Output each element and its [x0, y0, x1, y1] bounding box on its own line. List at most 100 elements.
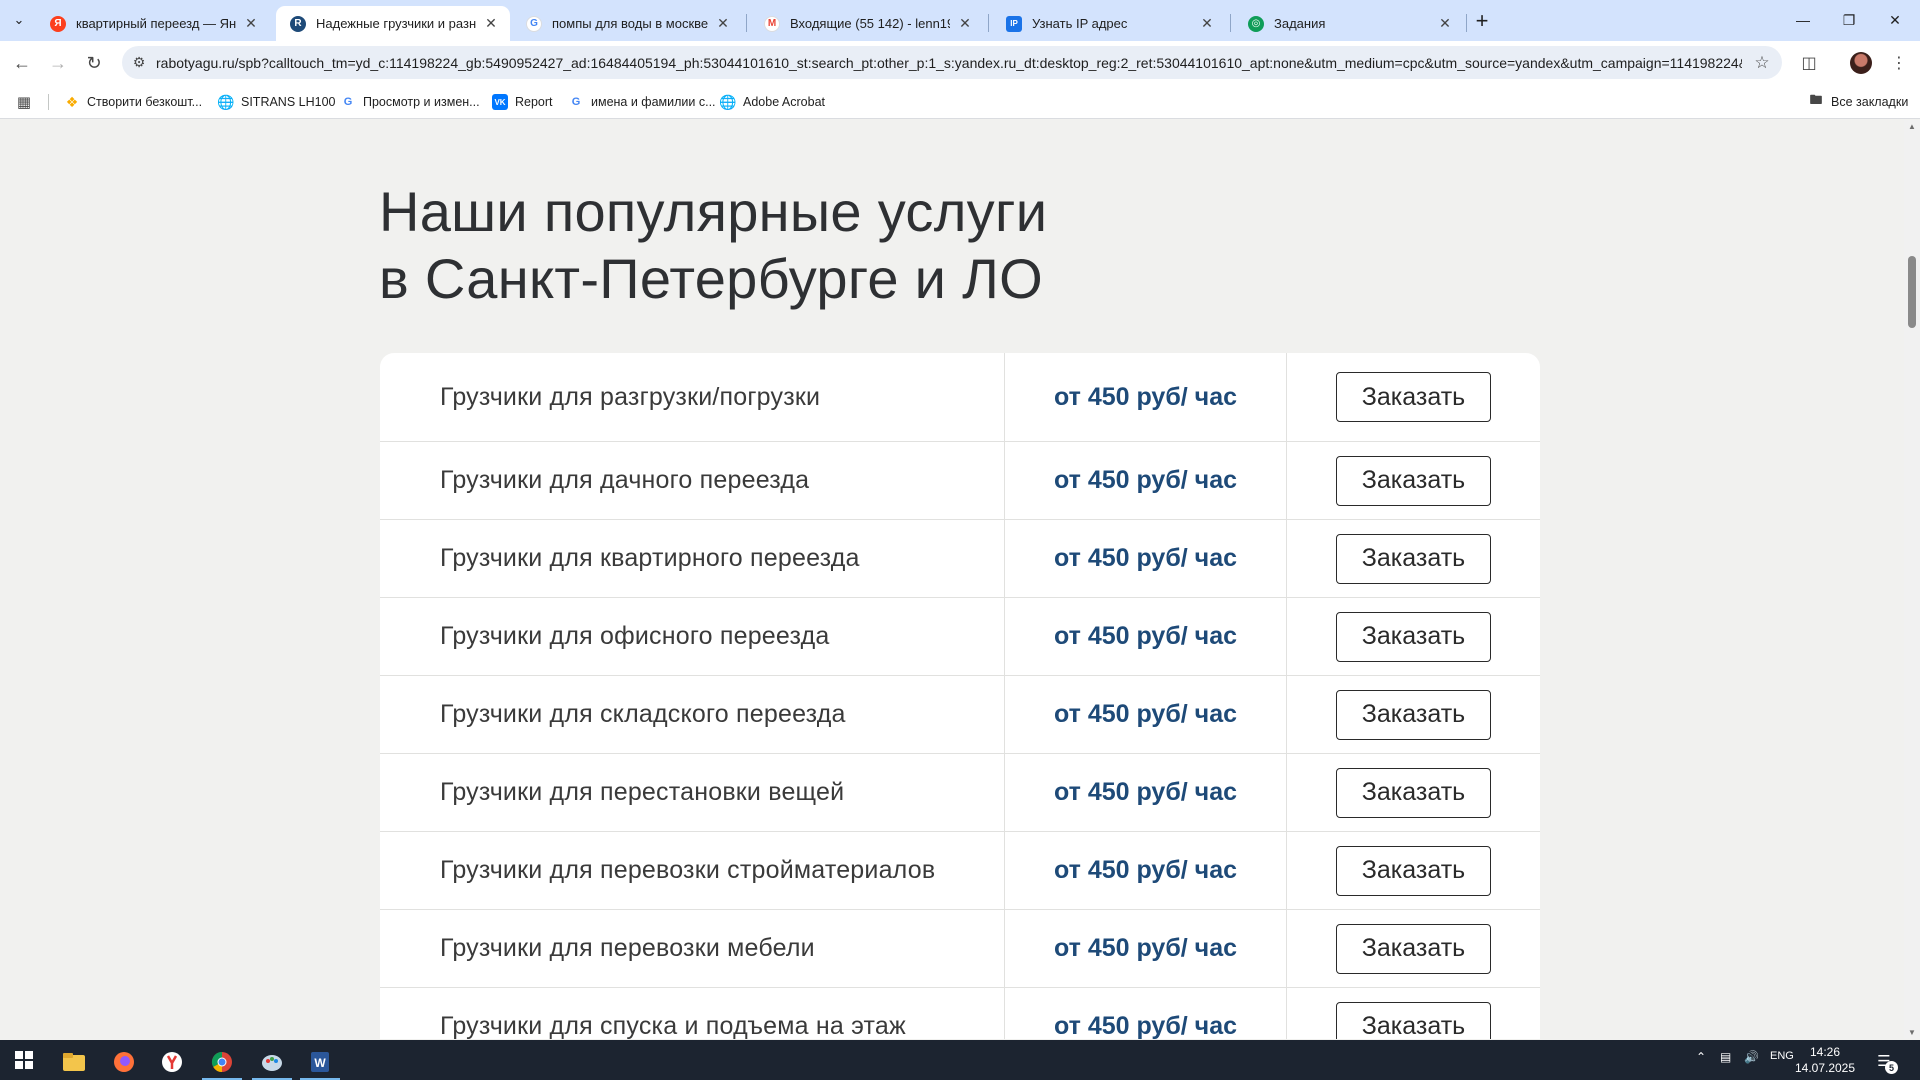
- windows-taskbar: W ⌃ ▤ 🔊 ENG 14:26 14.07.2025 ☰ 5: [0, 1040, 1920, 1080]
- service-action-cell: Заказать: [1287, 910, 1540, 987]
- service-name: Грузчики для перестановки вещей: [440, 778, 845, 806]
- address-bar[interactable]: ⚙ rabotyagu.ru/spb?calltouch_tm=yd_c:114…: [122, 46, 1782, 79]
- system-clock[interactable]: 14:26 14.07.2025: [1790, 1044, 1860, 1076]
- order-button[interactable]: Заказать: [1336, 767, 1491, 818]
- scroll-up-icon[interactable]: ▲: [1907, 122, 1917, 131]
- close-icon[interactable]: ✕: [1436, 15, 1454, 33]
- site-info-icon[interactable]: ⚙: [122, 54, 156, 71]
- service-action-cell: Заказать: [1287, 832, 1540, 909]
- service-price: от 450 руб/ час: [1004, 988, 1287, 1039]
- all-bookmarks-folder[interactable]: 🖿 Все закладки: [1808, 92, 1908, 112]
- service-price: от 450 руб/ час: [1004, 353, 1287, 441]
- table-row: Грузчики для перестановки вещей от 450 ру…: [380, 754, 1540, 832]
- minimize-icon[interactable]: —: [1780, 0, 1826, 40]
- tab-tasks[interactable]: ◎ Задания ✕: [1234, 6, 1464, 41]
- order-button[interactable]: Заказать: [1336, 455, 1491, 506]
- yandex-browser-icon[interactable]: [148, 1044, 196, 1080]
- folder-icon: 🖿: [1809, 92, 1823, 107]
- tab-divider: [988, 14, 989, 32]
- notification-count-badge: 5: [1885, 1061, 1898, 1074]
- service-action-cell: Заказать: [1287, 598, 1540, 675]
- tab-search-chevron-icon[interactable]: ⌄: [6, 8, 32, 32]
- forward-arrow-icon[interactable]: →: [44, 49, 72, 77]
- google-icon: G: [526, 15, 542, 32]
- profile-avatar-icon[interactable]: [1848, 50, 1874, 76]
- tab-google-search[interactable]: G помпы для воды в москве - Поиск ✕: [512, 6, 742, 41]
- service-name: Грузчики для спуска и подъема на этаж: [440, 1012, 906, 1039]
- paint-icon[interactable]: [248, 1044, 296, 1080]
- bookmark-item[interactable]: ❖ Створити безкошт...: [64, 92, 202, 112]
- bookmark-star-icon[interactable]: ☆: [1742, 53, 1782, 73]
- close-icon[interactable]: ✕: [482, 15, 500, 33]
- gmail-icon: M: [764, 15, 780, 32]
- chrome-icon[interactable]: [198, 1044, 246, 1080]
- service-price: от 450 руб/ час: [1004, 910, 1287, 987]
- close-icon[interactable]: ✕: [956, 15, 974, 33]
- tab-divider: [746, 14, 747, 32]
- notifications-icon[interactable]: ☰ 5: [1870, 1048, 1898, 1074]
- extensions-puzzle-icon[interactable]: ◫: [1796, 50, 1822, 76]
- page-viewport: Наши популярные услуги в Санкт-Петербург…: [0, 120, 1904, 1039]
- service-price: от 450 руб/ час: [1004, 754, 1287, 831]
- back-arrow-icon[interactable]: ←: [8, 49, 36, 77]
- service-price: от 450 руб/ час: [1004, 520, 1287, 597]
- service-name: Грузчики для складского переезда: [440, 700, 846, 728]
- bookmark-item[interactable]: G Просмотр и измен...: [340, 92, 480, 112]
- page-scrollbar[interactable]: ▲ ▼: [1904, 120, 1920, 1039]
- service-name: Грузчики для офисного переезда: [440, 622, 830, 650]
- service-action-cell: Заказать: [1287, 442, 1540, 519]
- order-button[interactable]: Заказать: [1336, 689, 1491, 740]
- bookmark-item[interactable]: 🌐 SITRANS LH100: [217, 92, 335, 112]
- service-price: от 450 руб/ час: [1004, 832, 1287, 909]
- ip-icon: IP: [1006, 15, 1022, 32]
- yandex-icon: Я: [50, 15, 66, 32]
- order-button[interactable]: Заказать: [1336, 372, 1491, 422]
- globe-icon: 🌐: [217, 93, 235, 110]
- tab-gmail[interactable]: M Входящие (55 142) - lenn1915 ✕: [750, 6, 984, 41]
- table-row: Грузчики для перевозки мебели от 450 руб/…: [380, 910, 1540, 988]
- scroll-down-icon[interactable]: ▼: [1907, 1028, 1917, 1037]
- order-button[interactable]: Заказать: [1336, 845, 1491, 896]
- bookmark-item[interactable]: G имена и фамилии с...: [568, 92, 716, 112]
- scrollbar-thumb[interactable]: [1908, 256, 1916, 328]
- file-explorer-icon[interactable]: [50, 1044, 98, 1080]
- close-icon[interactable]: ✕: [714, 15, 732, 33]
- tab-yandex[interactable]: Я квартирный переезд — Яндекс ✕: [36, 6, 270, 41]
- bookmarks-divider: [48, 94, 49, 110]
- vk-icon: VK: [492, 94, 508, 110]
- volume-icon[interactable]: 🔊: [1744, 1050, 1759, 1064]
- close-icon[interactable]: ✕: [1198, 15, 1216, 33]
- network-signal-icon[interactable]: ▤: [1720, 1050, 1731, 1064]
- restore-icon[interactable]: ❐: [1826, 0, 1872, 40]
- close-window-icon[interactable]: ✕: [1872, 0, 1918, 40]
- tab-ip-address[interactable]: IP Узнать IP адрес ✕: [992, 6, 1226, 41]
- reload-icon[interactable]: ↻: [80, 49, 108, 77]
- url-text[interactable]: rabotyagu.ru/spb?calltouch_tm=yd_c:11419…: [156, 55, 1742, 71]
- bookmark-item[interactable]: 🌐 Adobe Acrobat: [719, 92, 825, 112]
- service-name: Грузчики для перевозки мебели: [440, 934, 815, 962]
- browser-tab-strip: ⌄ Я квартирный переезд — Яндекс ✕ R Наде…: [0, 0, 1920, 41]
- order-button[interactable]: Заказать: [1336, 533, 1491, 584]
- firefox-icon[interactable]: [100, 1044, 148, 1080]
- bookmark-star-icon: ❖: [65, 93, 79, 110]
- tray-chevron-up-icon[interactable]: ⌃: [1696, 1050, 1706, 1064]
- close-icon[interactable]: ✕: [242, 15, 260, 33]
- table-row: Грузчики для спуска и подъема на этаж от …: [380, 988, 1540, 1039]
- bookmark-item[interactable]: VK Report: [492, 92, 553, 112]
- new-tab-plus-icon[interactable]: +: [1470, 8, 1494, 33]
- order-button[interactable]: Заказать: [1336, 611, 1491, 662]
- table-row: Грузчики для квартирного переезда от 450 …: [380, 520, 1540, 598]
- table-row: Грузчики для разгрузки/погрузки от 450 ру…: [380, 353, 1540, 442]
- menu-kebab-icon[interactable]: ⋮: [1886, 50, 1912, 76]
- page-title: Наши популярные услуги в Санкт-Петербург…: [379, 180, 1048, 310]
- windows-start-icon[interactable]: [0, 1042, 48, 1078]
- tab-divider: [1466, 14, 1467, 32]
- apps-grid-icon[interactable]: ▦: [16, 92, 39, 112]
- order-button[interactable]: Заказать: [1336, 1001, 1491, 1039]
- globe-icon: 🌐: [719, 93, 737, 110]
- table-row: Грузчики для офисного переезда от 450 руб…: [380, 598, 1540, 676]
- tab-rabotyagu[interactable]: R Надежные грузчики и разнорабочие ✕: [276, 6, 510, 41]
- order-button[interactable]: Заказать: [1336, 923, 1491, 974]
- browser-toolbar: ← → ↻ ⚙ rabotyagu.ru/spb?calltouch_tm=yd…: [0, 41, 1920, 84]
- word-icon[interactable]: W: [296, 1044, 344, 1080]
